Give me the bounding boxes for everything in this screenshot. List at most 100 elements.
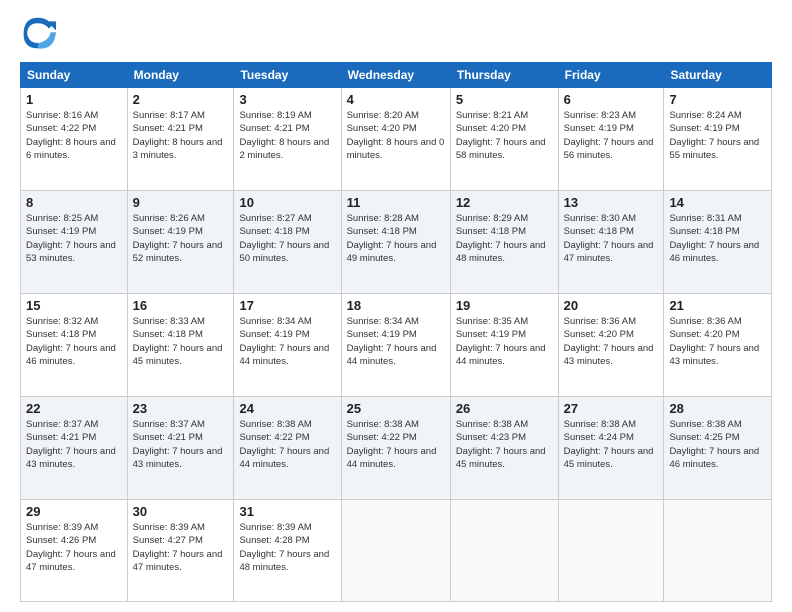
day-number: 7 — [669, 92, 766, 107]
day-info: Sunrise: 8:38 AMSunset: 4:25 PMDaylight:… — [669, 418, 766, 471]
day-info: Sunrise: 8:17 AMSunset: 4:21 PMDaylight:… — [133, 109, 229, 162]
logo — [20, 16, 60, 52]
table-row: 6 Sunrise: 8:23 AMSunset: 4:19 PMDayligh… — [558, 88, 664, 191]
table-row: 31 Sunrise: 8:39 AMSunset: 4:28 PMDaylig… — [234, 500, 341, 602]
day-number: 19 — [456, 298, 553, 313]
day-info: Sunrise: 8:21 AMSunset: 4:20 PMDaylight:… — [456, 109, 553, 162]
table-row: 26 Sunrise: 8:38 AMSunset: 4:23 PMDaylig… — [450, 397, 558, 500]
table-row: 9 Sunrise: 8:26 AMSunset: 4:19 PMDayligh… — [127, 191, 234, 294]
table-row: 3 Sunrise: 8:19 AMSunset: 4:21 PMDayligh… — [234, 88, 341, 191]
table-row: 18 Sunrise: 8:34 AMSunset: 4:19 PMDaylig… — [341, 294, 450, 397]
day-number: 1 — [26, 92, 122, 107]
day-info: Sunrise: 8:37 AMSunset: 4:21 PMDaylight:… — [26, 418, 122, 471]
table-row: 17 Sunrise: 8:34 AMSunset: 4:19 PMDaylig… — [234, 294, 341, 397]
table-row: 10 Sunrise: 8:27 AMSunset: 4:18 PMDaylig… — [234, 191, 341, 294]
table-row: 5 Sunrise: 8:21 AMSunset: 4:20 PMDayligh… — [450, 88, 558, 191]
table-row: 19 Sunrise: 8:35 AMSunset: 4:19 PMDaylig… — [450, 294, 558, 397]
table-row: 23 Sunrise: 8:37 AMSunset: 4:21 PMDaylig… — [127, 397, 234, 500]
col-sunday: Sunday — [21, 63, 128, 88]
day-info: Sunrise: 8:36 AMSunset: 4:20 PMDaylight:… — [669, 315, 766, 368]
table-row: 30 Sunrise: 8:39 AMSunset: 4:27 PMDaylig… — [127, 500, 234, 602]
table-row: 14 Sunrise: 8:31 AMSunset: 4:18 PMDaylig… — [664, 191, 772, 294]
table-row: 20 Sunrise: 8:36 AMSunset: 4:20 PMDaylig… — [558, 294, 664, 397]
col-thursday: Thursday — [450, 63, 558, 88]
day-info: Sunrise: 8:32 AMSunset: 4:18 PMDaylight:… — [26, 315, 122, 368]
day-number: 28 — [669, 401, 766, 416]
day-info: Sunrise: 8:16 AMSunset: 4:22 PMDaylight:… — [26, 109, 122, 162]
day-number: 18 — [347, 298, 445, 313]
table-row: 29 Sunrise: 8:39 AMSunset: 4:26 PMDaylig… — [21, 500, 128, 602]
day-number: 11 — [347, 195, 445, 210]
day-number: 10 — [239, 195, 335, 210]
logo-icon — [20, 16, 56, 52]
table-row: 22 Sunrise: 8:37 AMSunset: 4:21 PMDaylig… — [21, 397, 128, 500]
calendar-table: Sunday Monday Tuesday Wednesday Thursday… — [20, 62, 772, 602]
table-row — [450, 500, 558, 602]
col-wednesday: Wednesday — [341, 63, 450, 88]
day-info: Sunrise: 8:23 AMSunset: 4:19 PMDaylight:… — [564, 109, 659, 162]
day-number: 4 — [347, 92, 445, 107]
table-row: 16 Sunrise: 8:33 AMSunset: 4:18 PMDaylig… — [127, 294, 234, 397]
day-number: 30 — [133, 504, 229, 519]
table-row: 2 Sunrise: 8:17 AMSunset: 4:21 PMDayligh… — [127, 88, 234, 191]
table-row: 24 Sunrise: 8:38 AMSunset: 4:22 PMDaylig… — [234, 397, 341, 500]
day-number: 20 — [564, 298, 659, 313]
table-row: 15 Sunrise: 8:32 AMSunset: 4:18 PMDaylig… — [21, 294, 128, 397]
table-row: 12 Sunrise: 8:29 AMSunset: 4:18 PMDaylig… — [450, 191, 558, 294]
table-row — [341, 500, 450, 602]
day-number: 16 — [133, 298, 229, 313]
day-info: Sunrise: 8:30 AMSunset: 4:18 PMDaylight:… — [564, 212, 659, 265]
day-number: 2 — [133, 92, 229, 107]
day-number: 3 — [239, 92, 335, 107]
table-row: 1 Sunrise: 8:16 AMSunset: 4:22 PMDayligh… — [21, 88, 128, 191]
day-info: Sunrise: 8:19 AMSunset: 4:21 PMDaylight:… — [239, 109, 335, 162]
day-number: 5 — [456, 92, 553, 107]
table-row: 4 Sunrise: 8:20 AMSunset: 4:20 PMDayligh… — [341, 88, 450, 191]
day-info: Sunrise: 8:34 AMSunset: 4:19 PMDaylight:… — [239, 315, 335, 368]
day-number: 17 — [239, 298, 335, 313]
table-row: 13 Sunrise: 8:30 AMSunset: 4:18 PMDaylig… — [558, 191, 664, 294]
day-info: Sunrise: 8:37 AMSunset: 4:21 PMDaylight:… — [133, 418, 229, 471]
day-number: 22 — [26, 401, 122, 416]
day-info: Sunrise: 8:33 AMSunset: 4:18 PMDaylight:… — [133, 315, 229, 368]
day-info: Sunrise: 8:38 AMSunset: 4:24 PMDaylight:… — [564, 418, 659, 471]
table-row: 28 Sunrise: 8:38 AMSunset: 4:25 PMDaylig… — [664, 397, 772, 500]
day-info: Sunrise: 8:25 AMSunset: 4:19 PMDaylight:… — [26, 212, 122, 265]
day-info: Sunrise: 8:28 AMSunset: 4:18 PMDaylight:… — [347, 212, 445, 265]
day-number: 31 — [239, 504, 335, 519]
day-number: 26 — [456, 401, 553, 416]
day-info: Sunrise: 8:36 AMSunset: 4:20 PMDaylight:… — [564, 315, 659, 368]
table-row: 21 Sunrise: 8:36 AMSunset: 4:20 PMDaylig… — [664, 294, 772, 397]
table-row: 7 Sunrise: 8:24 AMSunset: 4:19 PMDayligh… — [664, 88, 772, 191]
table-row — [558, 500, 664, 602]
table-row: 25 Sunrise: 8:38 AMSunset: 4:22 PMDaylig… — [341, 397, 450, 500]
day-number: 15 — [26, 298, 122, 313]
day-info: Sunrise: 8:20 AMSunset: 4:20 PMDaylight:… — [347, 109, 445, 162]
day-info: Sunrise: 8:26 AMSunset: 4:19 PMDaylight:… — [133, 212, 229, 265]
col-saturday: Saturday — [664, 63, 772, 88]
page: Sunday Monday Tuesday Wednesday Thursday… — [0, 0, 792, 612]
day-number: 21 — [669, 298, 766, 313]
day-number: 25 — [347, 401, 445, 416]
day-info: Sunrise: 8:34 AMSunset: 4:19 PMDaylight:… — [347, 315, 445, 368]
day-info: Sunrise: 8:35 AMSunset: 4:19 PMDaylight:… — [456, 315, 553, 368]
day-info: Sunrise: 8:38 AMSunset: 4:22 PMDaylight:… — [347, 418, 445, 471]
day-number: 29 — [26, 504, 122, 519]
day-number: 27 — [564, 401, 659, 416]
day-number: 6 — [564, 92, 659, 107]
day-info: Sunrise: 8:29 AMSunset: 4:18 PMDaylight:… — [456, 212, 553, 265]
day-number: 23 — [133, 401, 229, 416]
day-number: 14 — [669, 195, 766, 210]
day-info: Sunrise: 8:38 AMSunset: 4:22 PMDaylight:… — [239, 418, 335, 471]
day-info: Sunrise: 8:39 AMSunset: 4:27 PMDaylight:… — [133, 521, 229, 574]
day-number: 24 — [239, 401, 335, 416]
header — [20, 16, 772, 52]
table-row: 27 Sunrise: 8:38 AMSunset: 4:24 PMDaylig… — [558, 397, 664, 500]
day-info: Sunrise: 8:39 AMSunset: 4:28 PMDaylight:… — [239, 521, 335, 574]
day-number: 9 — [133, 195, 229, 210]
table-row — [664, 500, 772, 602]
day-info: Sunrise: 8:31 AMSunset: 4:18 PMDaylight:… — [669, 212, 766, 265]
day-info: Sunrise: 8:27 AMSunset: 4:18 PMDaylight:… — [239, 212, 335, 265]
table-row: 8 Sunrise: 8:25 AMSunset: 4:19 PMDayligh… — [21, 191, 128, 294]
day-info: Sunrise: 8:38 AMSunset: 4:23 PMDaylight:… — [456, 418, 553, 471]
